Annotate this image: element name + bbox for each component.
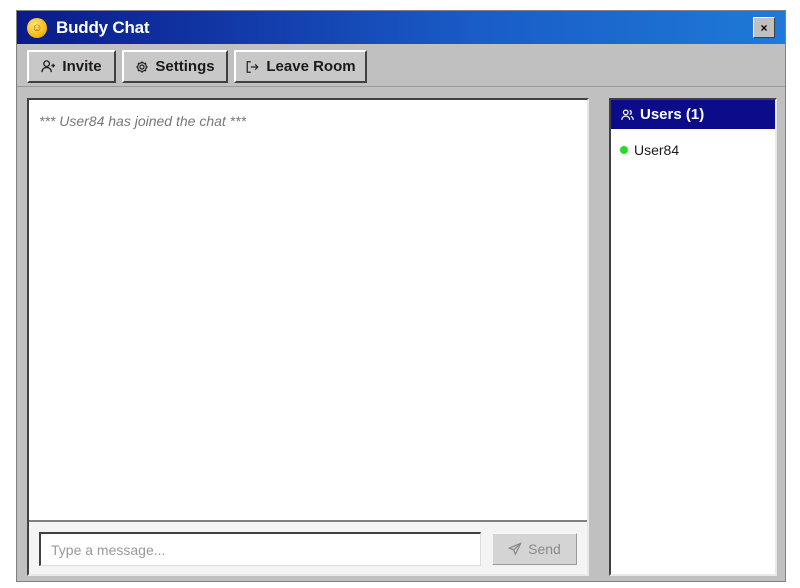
user-name: User84: [634, 142, 680, 158]
close-button[interactable]: ×: [753, 17, 775, 38]
title-bar[interactable]: ☺ Buddy Chat ×: [17, 11, 785, 44]
online-status-icon: [620, 146, 628, 154]
message-log[interactable]: *** User84 has joined the chat ***: [29, 100, 587, 520]
users-header: Users (1): [611, 100, 775, 129]
exit-icon: [245, 60, 260, 74]
message-input[interactable]: [39, 532, 481, 566]
chat-window: ☺ Buddy Chat × Invite Settings Leave Roo…: [16, 10, 786, 582]
user-plus-icon: [41, 59, 56, 74]
window-title: Buddy Chat: [56, 17, 150, 37]
invite-button[interactable]: Invite: [27, 50, 116, 83]
message-compose-area: Send: [29, 520, 587, 574]
gear-icon: [135, 60, 149, 74]
buddy-smiley-icon: ☺: [27, 17, 47, 38]
settings-label: Settings: [155, 58, 215, 75]
send-button[interactable]: Send: [492, 533, 577, 565]
leave-room-button[interactable]: Leave Room: [234, 50, 367, 83]
users-header-label: Users (1): [640, 106, 705, 123]
paper-plane-icon: [508, 542, 523, 556]
toolbar: Invite Settings Leave Room: [17, 44, 785, 87]
users-icon: [620, 108, 635, 122]
user-list: User84: [611, 129, 775, 160]
invite-label: Invite: [62, 58, 102, 75]
system-message: *** User84 has joined the chat ***: [39, 113, 247, 129]
users-pane: Users (1) User84: [609, 98, 777, 576]
user-list-item[interactable]: User84: [611, 140, 775, 160]
settings-button[interactable]: Settings: [122, 50, 228, 83]
send-label: Send: [528, 541, 561, 557]
leave-room-label: Leave Room: [266, 58, 356, 75]
chat-pane: *** User84 has joined the chat *** Send: [27, 98, 589, 576]
